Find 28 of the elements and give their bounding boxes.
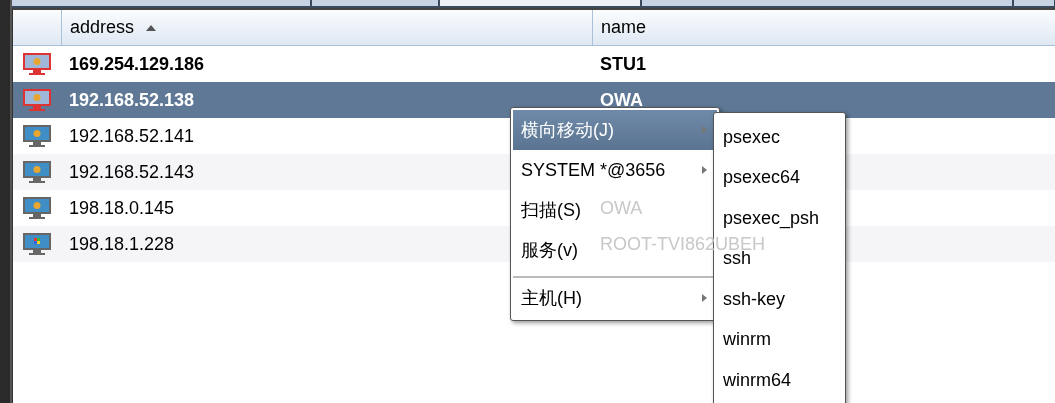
address-cell-text: 198.18.1.228	[68, 233, 175, 255]
column-header[interactable]: name	[592, 10, 1055, 45]
name-cell-text: STU1	[599, 53, 646, 75]
computer-icon	[22, 196, 52, 220]
column-label: address	[70, 17, 135, 38]
table-row[interactable]: 192.168.52.138 OWA	[13, 82, 1055, 118]
submenu-arrow-icon	[702, 126, 707, 134]
name-cell-text: OWA	[599, 89, 643, 111]
menu-item[interactable]: winrm	[714, 319, 845, 360]
address-cell-text: 169.254.129.186	[68, 53, 205, 75]
computer-icon	[22, 160, 52, 184]
column-header[interactable]: address	[61, 10, 592, 45]
computer-icon	[22, 232, 52, 256]
menu-item[interactable]: 横向移动(J)	[513, 110, 717, 150]
submenu-arrow-icon	[702, 166, 707, 174]
address-cell-text: 192.168.52.138	[68, 89, 195, 111]
menu-item[interactable]: ssh-key	[714, 279, 845, 320]
computer-icon	[22, 52, 52, 76]
menu-item[interactable]: winrm64	[714, 360, 845, 401]
address-cell-text: 192.168.52.143	[68, 161, 195, 183]
address-cell-text: 192.168.52.141	[68, 125, 195, 147]
header-cell	[13, 10, 61, 45]
submenu-arrow-icon	[702, 294, 707, 302]
computer-icon	[22, 88, 52, 112]
computer-icon	[22, 124, 52, 148]
menu-item[interactable]: 服务(v)	[513, 230, 588, 270]
column-label: name	[601, 17, 647, 38]
address-cell-text: 198.18.0.145	[68, 197, 175, 219]
